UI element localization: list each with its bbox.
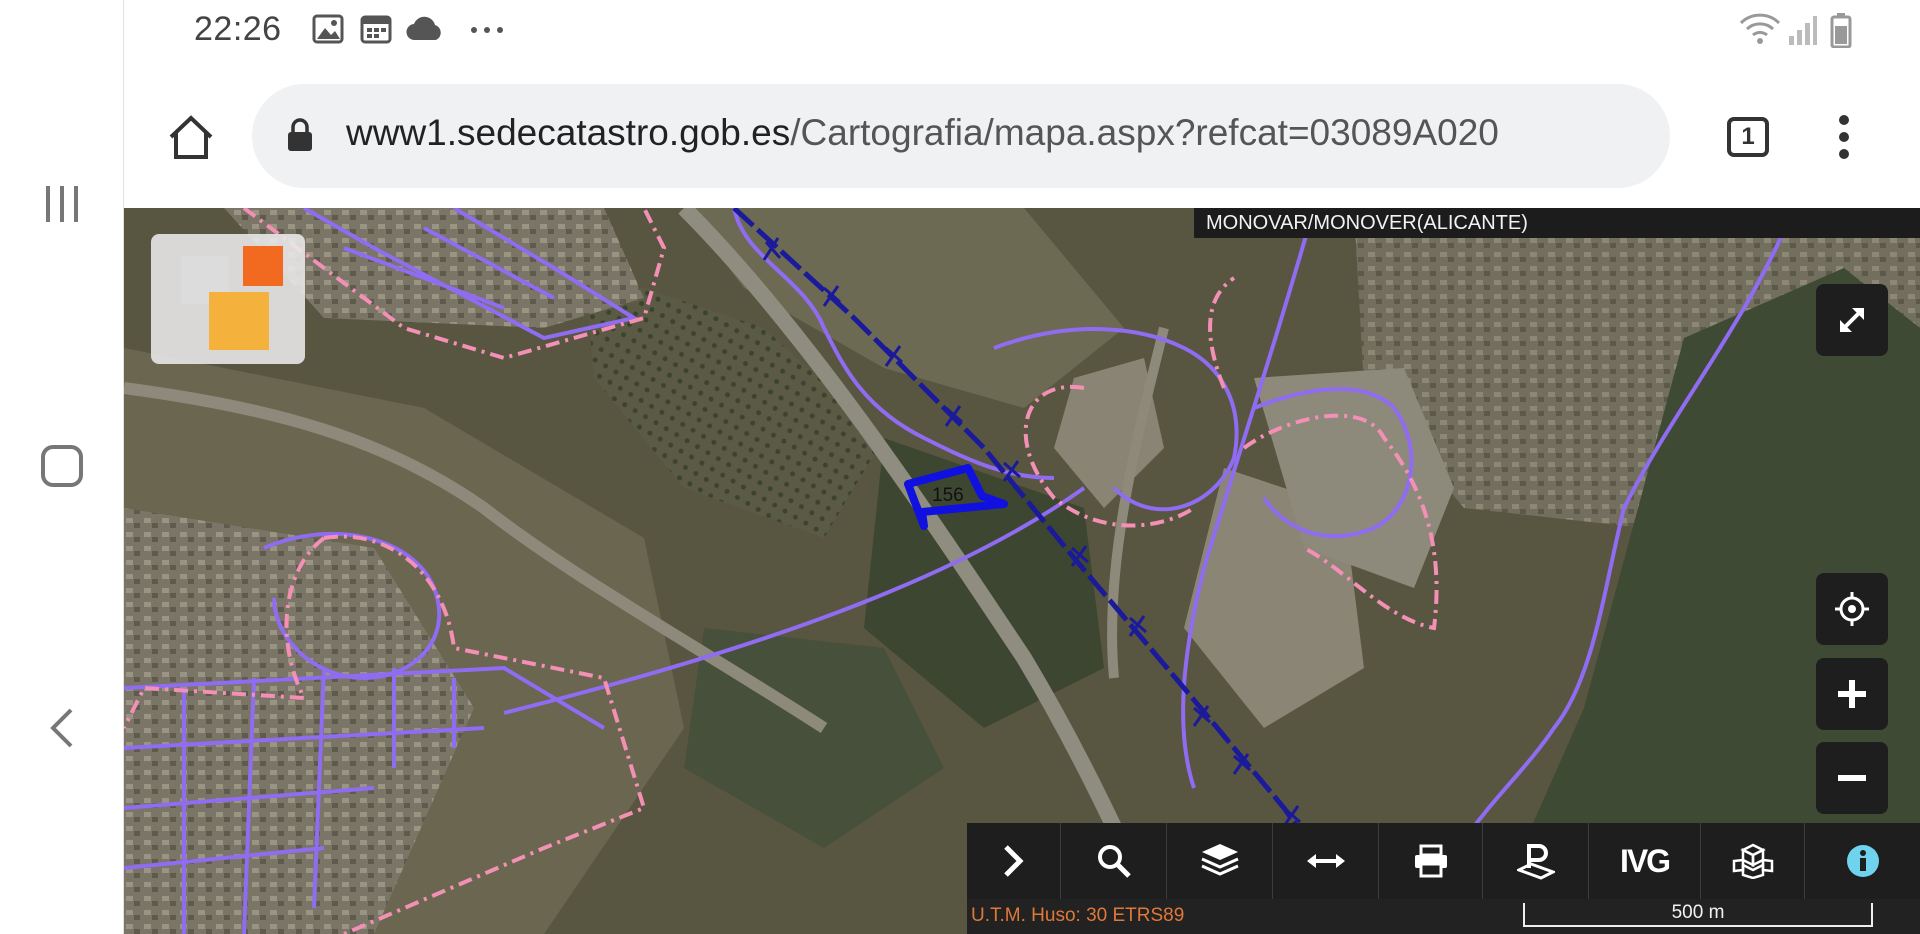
scale-bar: 500 m (1523, 902, 1873, 927)
plus-icon (1838, 680, 1866, 708)
browser-menu-button[interactable] (1824, 108, 1864, 166)
lock-icon (288, 118, 312, 151)
locate-button[interactable] (1816, 573, 1888, 645)
home-square-icon (41, 445, 83, 487)
search-icon (1097, 845, 1131, 878)
print-button[interactable] (1379, 823, 1483, 899)
projection-label: U.T.M. Huso: 30 ETRS89 (971, 905, 1185, 926)
map-footer: U.T.M. Huso: 30 ETRS89 500 m (967, 899, 1920, 934)
info-button[interactable] (1805, 823, 1920, 899)
measure-icon (1306, 854, 1345, 868)
parcel-label: 156 (932, 485, 964, 506)
minus-icon (1838, 775, 1866, 781)
url-path: /Cartografia/mapa.aspx?refcat=03089A020 (790, 112, 1499, 153)
measure-button[interactable] (1273, 823, 1379, 899)
expand-panel-button[interactable] (967, 823, 1061, 899)
image-icon (312, 14, 344, 44)
ivg-button[interactable]: IVG (1589, 823, 1701, 899)
system-nav-bar (0, 0, 124, 934)
recent-apps-icon (46, 186, 78, 222)
url-domain: www1.sedecatastro.gob.es (346, 112, 791, 153)
expand-panel-icon (1003, 845, 1024, 877)
home-button[interactable] (156, 102, 226, 172)
search-button[interactable] (1061, 823, 1167, 899)
info-icon (1846, 845, 1879, 877)
map-toolbar: IVG (967, 823, 1920, 899)
catastro-logo[interactable] (151, 234, 305, 364)
parcel-tool-button[interactable] (1483, 823, 1589, 899)
wifi-icon (1739, 13, 1781, 44)
print-icon (1414, 844, 1447, 878)
back-button[interactable] (28, 694, 96, 762)
crosshair-icon (1835, 592, 1869, 626)
layers-button[interactable] (1167, 823, 1273, 899)
calendar-icon (360, 15, 392, 44)
back-chevron-icon (50, 708, 73, 748)
map-viewport[interactable]: 156 MONOVAR/MONOVER(ALICANTE) IVG U.T.M.… (124, 208, 1920, 934)
browser-toolbar: www1.sedecatastro.gob.es/Cartografia/map… (124, 66, 1920, 208)
fullscreen-icon (1840, 308, 1864, 332)
status-bar: 22:26 (124, 0, 1920, 66)
address-bar[interactable]: www1.sedecatastro.gob.es/Cartografia/map… (252, 84, 1670, 188)
3d-button[interactable] (1701, 823, 1805, 899)
recent-apps-button[interactable] (28, 170, 96, 238)
clock: 22:26 (194, 10, 282, 48)
more-icon (471, 27, 503, 33)
signal-icon (1789, 16, 1817, 45)
screen: 22:26 www1.sedecatastro.gob.es/Cartograf… (0, 0, 1920, 934)
3d-icon (1732, 843, 1773, 879)
home-icon (169, 115, 213, 159)
tab-count: 1 (1741, 123, 1755, 150)
home-system-button[interactable] (28, 432, 96, 500)
scale-label: 500 m (1671, 902, 1725, 923)
url-text: www1.sedecatastro.gob.es/Cartografia/map… (346, 112, 1646, 154)
more-vert-icon (1839, 115, 1849, 159)
municipality-label: MONOVAR/MONOVER(ALICANTE) (1194, 208, 1920, 238)
battery-icon (1830, 13, 1852, 48)
ivg-label: IVG (1619, 842, 1671, 879)
fullscreen-button[interactable] (1816, 284, 1888, 356)
cloud-icon (406, 16, 441, 41)
zoom-out-button[interactable] (1816, 742, 1888, 814)
zoom-in-button[interactable] (1816, 658, 1888, 730)
parcel-icon (1516, 844, 1555, 880)
tab-switcher-button[interactable]: 1 (1719, 108, 1777, 166)
layers-icon (1200, 844, 1239, 876)
